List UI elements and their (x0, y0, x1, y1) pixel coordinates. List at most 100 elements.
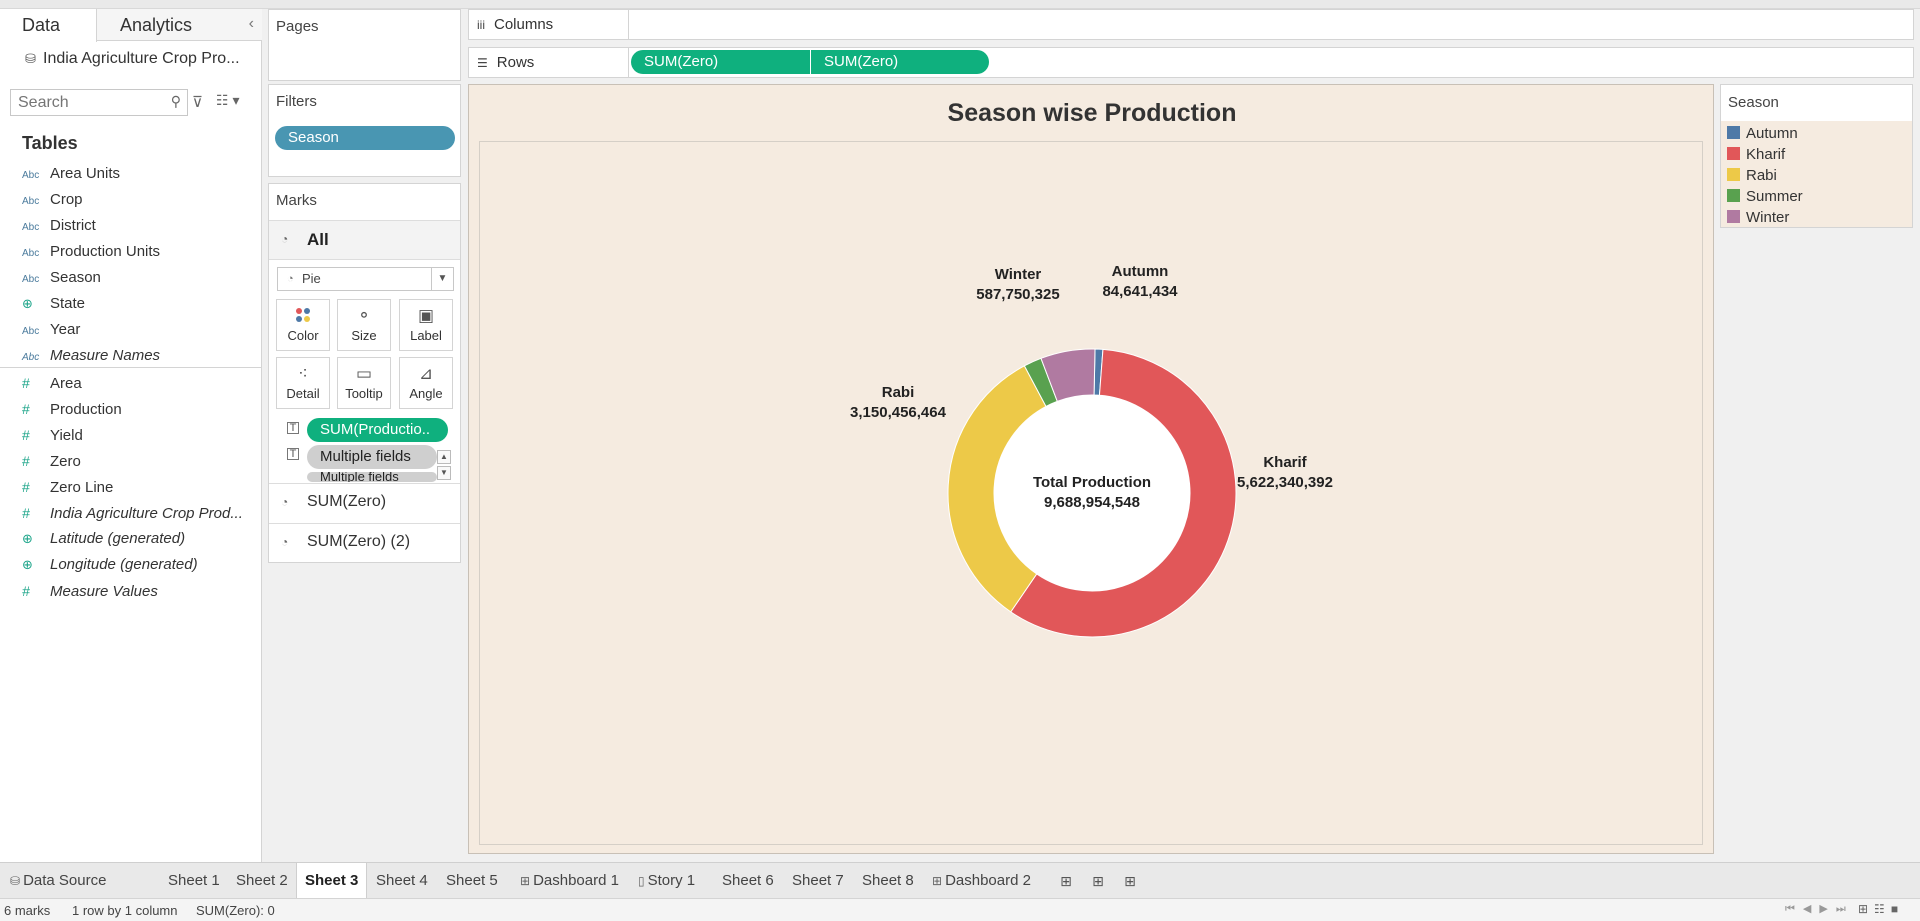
scroll-up-icon[interactable]: ▲ (437, 450, 451, 464)
field-name: Zero (50, 453, 81, 470)
worksheet-view[interactable]: Season wise Production Total Production 9… (468, 84, 1714, 854)
size-button[interactable]: ⚬ Size (337, 299, 391, 351)
sheet-tab[interactable]: ⊞ Dashboard 2 (924, 863, 1039, 898)
sheet-tab[interactable]: Sheet 2 (228, 863, 296, 898)
tooltip-button[interactable]: ▭ Tooltip (337, 357, 391, 409)
rows-shelf[interactable]: ☰ Rows SUM(Zero) SUM(Zero) (468, 47, 1914, 78)
sheet-tab[interactable]: Sheet 3 (296, 863, 368, 898)
new-story-icon[interactable]: ⊞ (1120, 871, 1140, 891)
status-marks: 6 marks (4, 903, 51, 918)
field-name: Measure Values (50, 583, 158, 600)
detail-icon: ⁖ (298, 364, 308, 383)
measure-icon: # (22, 401, 30, 417)
columns-shelf[interactable]: iii Columns (468, 9, 1914, 40)
legend-item[interactable]: Rabi (1727, 165, 1777, 186)
field-search[interactable]: ⚲ (10, 89, 188, 116)
rows-pill-sum-zero[interactable]: SUM(Zero) (631, 50, 810, 74)
angle-button[interactable]: ⊿ Angle (399, 357, 453, 409)
total-production-value: 9,688,954,548 (1044, 494, 1140, 511)
filters-card[interactable]: Filters Season (268, 84, 461, 177)
sheet-tab[interactable]: Sheet 8 (854, 863, 922, 898)
field-item[interactable]: # Zero (22, 450, 81, 472)
field-item[interactable]: ⊕ Latitude (generated) (22, 528, 185, 550)
field-item[interactable]: # Measure Values (22, 580, 158, 602)
new-dashboard-icon[interactable]: ⊞ (1088, 871, 1108, 891)
collapse-pane-icon[interactable]: ‹ (249, 15, 254, 33)
sheet-tab[interactable]: Sheet 6 (714, 863, 782, 898)
angle-icon: ⊿ (418, 364, 434, 383)
field-item[interactable]: # Area (22, 372, 82, 394)
detail-button[interactable]: ⁖ Detail (276, 357, 330, 409)
sheet-tab[interactable]: ⊞ Dashboard 1 (512, 863, 627, 898)
marks-field-multiple[interactable]: Multiple fields (307, 445, 437, 469)
sheet-tab-label: Dashboard 2 (945, 872, 1031, 889)
sheet-tab-label: Dashboard 1 (533, 872, 619, 889)
marks-layer-sum-zero-2[interactable]: ◔ SUM(Zero) (2) (269, 523, 460, 563)
legend-item[interactable]: Summer (1727, 186, 1803, 207)
field-item[interactable]: # India Agriculture Crop Prod... (22, 502, 243, 524)
field-item[interactable]: ⊕ State (22, 293, 85, 315)
globe-icon: ⊕ (22, 531, 33, 546)
legend-swatch (1727, 126, 1740, 139)
plot-area[interactable]: Total Production 9,688,954,548 Autumn 84,64… (479, 141, 1703, 845)
filter-fields-icon[interactable]: ⊽ (192, 93, 203, 111)
measure-icon: # (22, 479, 30, 495)
field-item[interactable]: # Yield (22, 424, 83, 446)
columns-shelf-label: iii Columns (469, 10, 629, 39)
field-item[interactable]: Abc Season (22, 267, 101, 289)
measure-icon: # (22, 427, 30, 443)
marks-layer-label: SUM(Zero) (307, 493, 387, 510)
rows-pill-sum-zero-2[interactable]: SUM(Zero) (811, 50, 989, 74)
field-name: Year (50, 321, 81, 338)
field-item[interactable]: ⊕ Longitude (generated) (22, 554, 198, 576)
sheet-tab[interactable]: Sheet 7 (784, 863, 852, 898)
sheet-tab[interactable]: ▯ Story 1 (630, 863, 703, 898)
pie-mark-icon-2: ◔ (281, 495, 289, 509)
field-item[interactable]: Abc District (22, 215, 96, 237)
view-options-icon[interactable]: ☷ ▾ (216, 92, 239, 109)
new-worksheet-icon[interactable]: ⊞ (1056, 871, 1076, 891)
scroll-down-icon[interactable]: ▼ (437, 466, 451, 480)
tab-analytics[interactable]: Analytics (98, 9, 214, 41)
mark-type-dropdown[interactable]: ◔ Pie ▼ (277, 267, 454, 291)
slice-label-autumn: Autumn (1112, 263, 1169, 280)
label-button[interactable]: ▣ Label (399, 299, 453, 351)
sheet-tab[interactable]: Sheet 5 (438, 863, 506, 898)
legend-item[interactable]: Autumn (1727, 123, 1798, 144)
field-item[interactable]: Abc Measure Names (22, 345, 160, 367)
top-toolbar-strip (0, 0, 1920, 9)
donut-chart[interactable]: Total Production 9,688,954,548 Autumn 84,64… (480, 142, 1704, 846)
sheet-navigation-icons[interactable]: ⏮◀▶⏭ (1785, 902, 1854, 916)
field-item[interactable]: Abc Year (22, 319, 80, 341)
search-input[interactable] (11, 90, 161, 115)
pages-card[interactable]: Pages (268, 9, 461, 81)
dimension-icon: Abc (22, 196, 40, 207)
datasource-item[interactable]: ⛁ India Agriculture Crop Pro... (25, 50, 240, 68)
field-item[interactable]: # Zero Line (22, 476, 113, 498)
tab-data[interactable]: Data (0, 9, 97, 42)
field-name: District (50, 217, 96, 234)
marks-field-sum-production[interactable]: SUM(Productio.. (307, 418, 448, 442)
field-item[interactable]: Abc Production Units (22, 241, 160, 263)
marks-layer-all[interactable]: ◔ All (269, 220, 460, 260)
color-button[interactable]: Color (276, 299, 330, 351)
sheet-tab-label: Sheet 3 (305, 872, 359, 889)
measure-icon: # (22, 583, 30, 599)
slice-label-kharif: Kharif (1263, 454, 1307, 471)
sheet-tab[interactable]: ⛁ Data Source (2, 863, 114, 898)
field-item[interactable]: Abc Crop (22, 189, 83, 211)
sheet-tab[interactable]: Sheet 4 (368, 863, 436, 898)
field-item[interactable]: Abc Area Units (22, 163, 120, 185)
legend-label: Kharif (1746, 146, 1786, 163)
legend-item[interactable]: Kharif (1727, 144, 1785, 165)
donut-center (994, 395, 1190, 591)
datasource-name: India Agriculture Crop Pro... (43, 50, 240, 67)
legend-item[interactable]: Winter (1727, 207, 1789, 228)
filter-pill-season[interactable]: Season (275, 126, 455, 150)
marks-layer-sum-zero[interactable]: ◔ SUM(Zero) (269, 483, 460, 523)
sheet-view-mode-icons[interactable]: ⊞☷■ (1858, 902, 1904, 916)
sheet-tab[interactable]: Sheet 1 (160, 863, 228, 898)
field-item[interactable]: # Production (22, 398, 122, 420)
marks-scroll-buttons[interactable]: ▲ ▼ (437, 450, 451, 482)
marks-field-multiple-2[interactable]: Multiple fields (307, 472, 437, 482)
